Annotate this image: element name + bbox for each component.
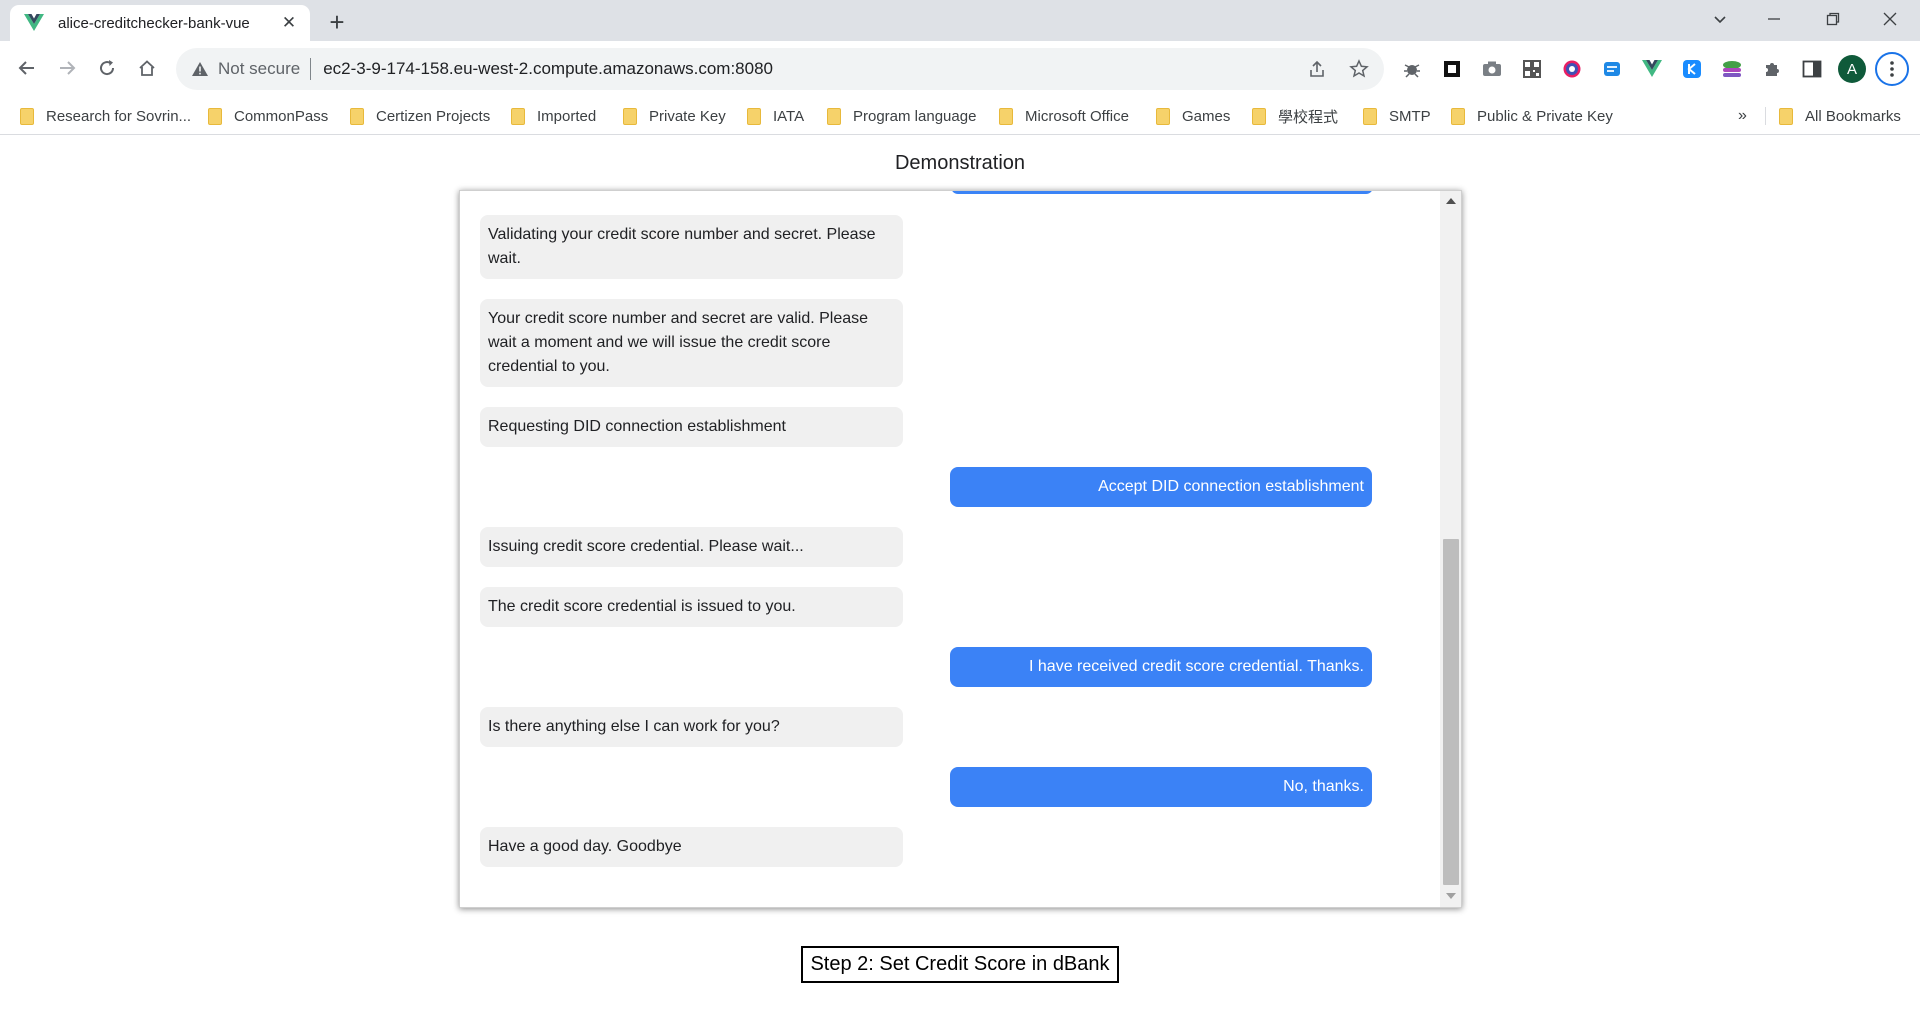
new-tab-button[interactable]: + [322,7,352,37]
folder-icon [827,107,841,125]
browser-toolbar: Not secure ec2-3-9-174-158.eu-west-2.com… [0,41,1920,97]
tab-title: alice-creditchecker-bank-vue [58,14,250,32]
tab-strip: alice-creditchecker-bank-vue ✕ + [0,0,1920,41]
reload-icon[interactable] [90,51,124,85]
qr-code-extension-icon[interactable] [1512,52,1552,86]
bookmark-program-language[interactable]: Program language [827,104,976,128]
bookmark-certizen-projects[interactable]: Certizen Projects [350,104,490,128]
bookmark-label: IATA [773,107,805,125]
bookmark-games[interactable]: Games [1156,104,1230,128]
bookmark-smtp[interactable]: SMTP [1363,104,1431,128]
bookmark-commonpass[interactable]: CommonPass [208,104,328,128]
page-title: Demonstration [894,152,1026,174]
bookmark-label: Certizen Projects [376,107,491,125]
step-2-button[interactable]: Step 2: Set Credit Score in dBank [801,946,1119,983]
close-window-icon[interactable] [1862,0,1918,38]
bookmark-label: Public & Private Key [1477,107,1613,125]
bank-message: Validating your credit score number and … [480,215,903,279]
partial-user-message [951,191,1373,194]
omnibox-divider [310,58,312,80]
bookmark-school-programs[interactable]: 學校程式 [1252,104,1338,128]
translate-extension-icon[interactable] [1592,52,1632,86]
bank-message: Have a good day. Goodbye [480,827,903,867]
bookmark-imported[interactable]: Imported [511,104,596,128]
vue-devtools-icon[interactable] [1632,52,1672,86]
folder-icon [1252,107,1266,125]
folder-icon [1363,107,1377,125]
bank-message: Is there anything else I can work for yo… [480,707,903,747]
tab-search-icon[interactable] [1692,0,1748,38]
bank-message: Requesting DID connection establishment [480,407,903,447]
folder-icon [208,107,222,125]
all-bookmarks-button[interactable]: All Bookmarks [1779,104,1901,128]
forward-icon[interactable] [50,51,84,85]
url-text[interactable]: ec2-3-9-174-158.eu-west-2.compute.amazon… [323,59,1300,79]
bookmarks-overflow-button[interactable]: » [1738,104,1747,128]
active-tab[interactable]: alice-creditchecker-bank-vue ✕ [10,5,310,41]
folder-icon [350,107,364,125]
bookmark-private-key[interactable]: Private Key [623,104,726,128]
home-icon[interactable] [130,51,164,85]
bookmark-label: SMTP [1389,107,1431,125]
bookmark-research-for-sovrin[interactable]: Research for Sovrin... [20,104,191,128]
bookmark-label: CommonPass [234,107,329,125]
restore-icon[interactable] [1805,0,1861,38]
bookmark-star-icon[interactable] [1342,52,1376,86]
puzzle-extensions-icon[interactable] [1752,52,1792,86]
profile-avatar[interactable]: A [1832,52,1872,86]
tab-close-icon[interactable]: ✕ [278,12,300,34]
bookmarks-divider [1765,107,1766,125]
bookmark-label: Imported [537,107,597,125]
bookmarks-bar: Research for Sovrin... CommonPass Certiz… [0,97,1920,135]
chat-window[interactable]: Validating your credit score number and … [459,190,1462,908]
security-label[interactable]: Not secure [218,59,300,79]
scrollbar-thumb[interactable] [1443,539,1459,885]
bank-message: The credit score credential is issued to… [480,587,903,627]
bug-extension-icon[interactable] [1392,52,1432,86]
share-icon[interactable] [1300,52,1334,86]
folder-icon [1779,107,1793,125]
warning-icon[interactable] [190,59,210,79]
kebab-menu-icon [1875,52,1909,86]
folder-icon [20,107,34,125]
frame-extension-icon[interactable] [1432,52,1472,86]
vue-logo-icon [24,13,44,33]
user-message: I have received credit score credential.… [950,647,1372,687]
folder-icon [1156,107,1170,125]
browser-menu-button[interactable] [1872,52,1912,86]
bookmark-microsoft-office[interactable]: Microsoft Office [999,104,1129,128]
bookmark-label: Microsoft Office [1025,107,1129,125]
profile-initial: A [1838,55,1866,83]
color-stack-extension-icon[interactable] [1712,52,1752,86]
k-extension-icon[interactable] [1672,52,1712,86]
folder-icon [747,107,761,125]
back-icon[interactable] [10,51,44,85]
bank-message: Your credit score number and secret are … [480,299,903,387]
bookmark-label: 學校程式 [1278,108,1339,126]
folder-icon [999,107,1013,125]
bookmark-label: Private Key [649,107,726,125]
extensions-area: A [1392,52,1912,86]
scroll-up-arrow-icon[interactable] [1446,198,1456,204]
address-bar[interactable]: Not secure ec2-3-9-174-158.eu-west-2.com… [176,48,1384,90]
side-panel-icon[interactable] [1792,52,1832,86]
user-message: Accept DID connection establishment [950,467,1372,507]
folder-icon [1451,107,1465,125]
bank-message: Issuing credit score credential. Please … [480,527,903,567]
color-picker-extension-icon[interactable] [1552,52,1592,86]
bookmark-iata[interactable]: IATA [747,104,804,128]
bookmark-label: Program language [853,107,977,125]
camera-extension-icon[interactable] [1472,52,1512,86]
bookmark-public-private-key[interactable]: Public & Private Key [1451,104,1613,128]
minimize-icon[interactable] [1746,0,1802,38]
all-bookmarks-label: All Bookmarks [1805,107,1901,125]
folder-icon [511,107,525,125]
chat-scrollbar[interactable] [1440,191,1461,907]
folder-icon [623,107,637,125]
scroll-down-arrow-icon[interactable] [1446,893,1456,899]
user-message: No, thanks. [950,767,1372,807]
bookmark-label: Research for Sovrin... [46,107,192,125]
bookmark-label: Games [1182,107,1231,125]
